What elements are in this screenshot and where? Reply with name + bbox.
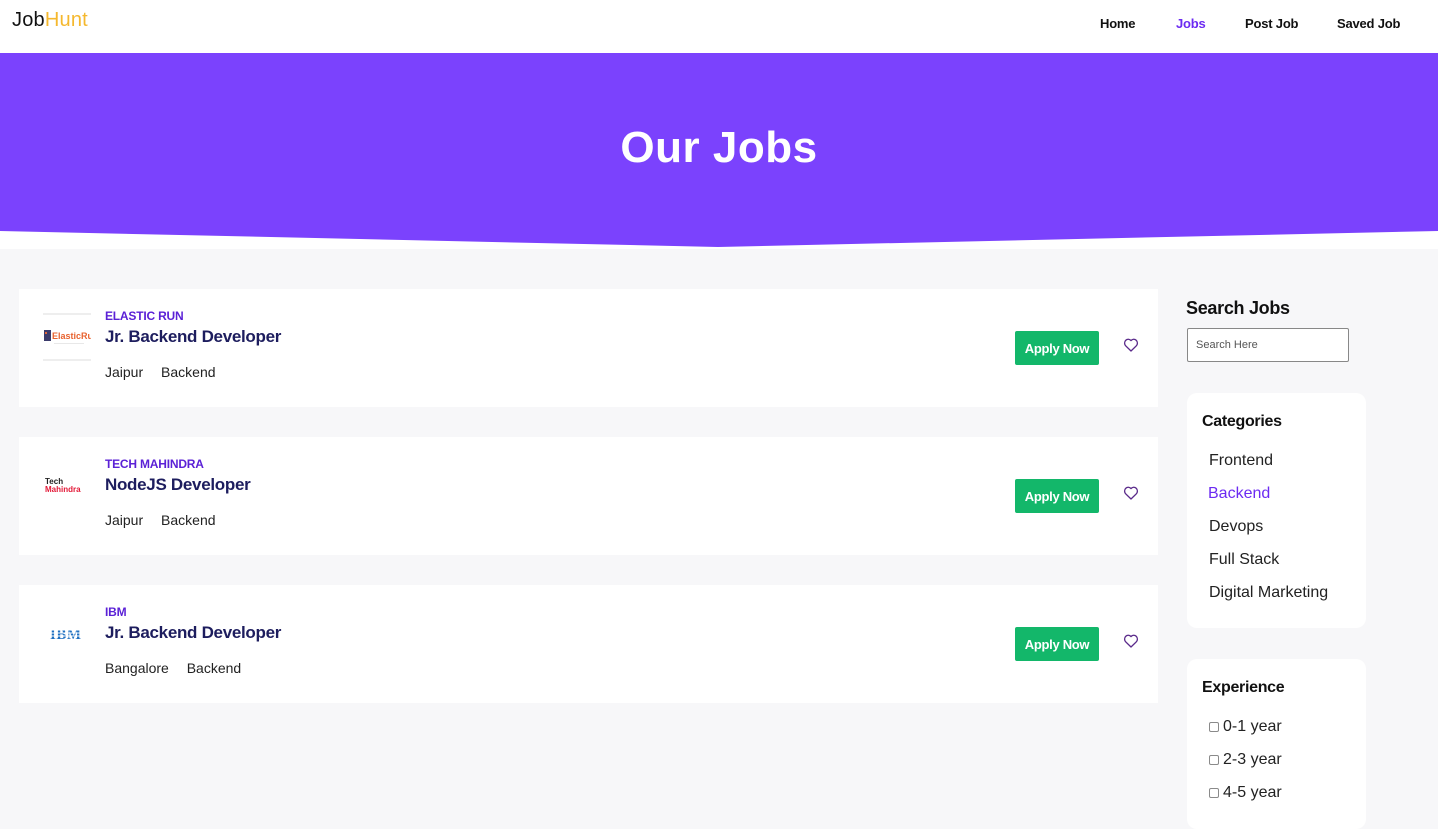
page-title: Our Jobs bbox=[620, 123, 818, 172]
heart-icon[interactable] bbox=[1123, 337, 1139, 353]
search-input[interactable] bbox=[1187, 328, 1349, 362]
company-logo-elastic-run: ElasticRun —————————— bbox=[43, 313, 91, 361]
ibm-logo-icon: IBM bbox=[49, 627, 85, 643]
job-category: Backend bbox=[161, 364, 216, 380]
hero-banner: Our Jobs bbox=[0, 53, 1438, 269]
logo-hunt-text: Hunt bbox=[44, 9, 88, 31]
nav-saved-job-link[interactable]: Saved Job bbox=[1337, 16, 1400, 31]
search-jobs-title: Search Jobs bbox=[1186, 298, 1290, 318]
experience-label: 0-1 year bbox=[1223, 718, 1282, 735]
category-item-backend[interactable]: Backend bbox=[1208, 485, 1270, 503]
job-card[interactable]: ElasticRun —————————— ELASTIC RUN Jr. Ba… bbox=[19, 289, 1158, 407]
categories-panel: Categories Frontend Backend Devops Full … bbox=[1187, 393, 1366, 628]
experience-title: Experience bbox=[1202, 679, 1285, 696]
brand-logo[interactable]: JobHunt bbox=[12, 9, 88, 32]
experience-checkbox[interactable] bbox=[1209, 722, 1219, 732]
navbar: JobHunt Home Jobs Post Job Saved Job bbox=[0, 0, 1438, 53]
experience-option[interactable]: 0-1 year bbox=[1209, 718, 1282, 736]
company-name: TECH MAHINDRA bbox=[105, 457, 204, 471]
job-meta: Bangalore Backend bbox=[105, 660, 255, 676]
job-title[interactable]: Jr. Backend Developer bbox=[105, 623, 281, 643]
experience-option[interactable]: 4-5 year bbox=[1209, 784, 1282, 802]
experience-panel: Experience 0-1 year 2-3 year 4-5 year bbox=[1187, 659, 1366, 829]
job-category: Backend bbox=[161, 512, 216, 528]
company-name: ELASTIC RUN bbox=[105, 309, 184, 323]
apply-now-button[interactable]: Apply Now bbox=[1015, 627, 1099, 661]
company-logo-ibm: IBM bbox=[43, 609, 91, 657]
svg-text:——————————: —————————— bbox=[54, 341, 84, 345]
elastic-run-logo-icon: ElasticRun —————————— bbox=[43, 313, 91, 361]
category-item-full-stack[interactable]: Full Stack bbox=[1209, 551, 1279, 569]
job-card[interactable]: IBM IBM Jr. Backend Developer Bangalore … bbox=[19, 585, 1158, 703]
job-category: Backend bbox=[186, 660, 242, 676]
experience-label: 4-5 year bbox=[1223, 784, 1282, 801]
job-meta: Jaipur Backend bbox=[105, 364, 230, 380]
job-location: Jaipur bbox=[105, 364, 144, 380]
elastic-run-logo-text: ElasticRun bbox=[52, 331, 91, 341]
apply-now-button[interactable]: Apply Now bbox=[1015, 479, 1099, 513]
tech-mahindra-logo-icon: Tech Mahindra bbox=[45, 477, 81, 494]
tech-mahindra-logo-text-2: Mahindra bbox=[45, 485, 81, 494]
apply-now-button[interactable]: Apply Now bbox=[1015, 331, 1099, 365]
experience-label: 2-3 year bbox=[1223, 751, 1282, 768]
nav-home-link[interactable]: Home bbox=[1100, 16, 1136, 31]
hero-bottom-fill bbox=[0, 249, 1438, 269]
job-title[interactable]: NodeJS Developer bbox=[105, 475, 251, 495]
experience-option[interactable]: 2-3 year bbox=[1209, 751, 1282, 769]
categories-title: Categories bbox=[1202, 413, 1282, 430]
heart-icon[interactable] bbox=[1123, 485, 1139, 501]
category-item-devops[interactable]: Devops bbox=[1209, 518, 1263, 536]
ibm-logo-text: IBM bbox=[50, 627, 82, 643]
heart-icon[interactable] bbox=[1123, 633, 1139, 649]
logo-job-text: Job bbox=[12, 9, 45, 31]
job-card[interactable]: Tech Mahindra TECH MAHINDRA NodeJS Devel… bbox=[19, 437, 1158, 555]
job-title[interactable]: Jr. Backend Developer bbox=[105, 327, 281, 347]
experience-checkbox[interactable] bbox=[1209, 755, 1219, 765]
nav-jobs-link[interactable]: Jobs bbox=[1176, 16, 1206, 31]
company-name: IBM bbox=[105, 605, 127, 619]
category-item-digital-marketing[interactable]: Digital Marketing bbox=[1209, 584, 1328, 602]
experience-checkbox[interactable] bbox=[1209, 788, 1219, 798]
category-item-frontend[interactable]: Frontend bbox=[1209, 452, 1273, 470]
job-location: Bangalore bbox=[105, 660, 169, 676]
nav-post-job-link[interactable]: Post Job bbox=[1245, 16, 1298, 31]
company-logo-tech-mahindra: Tech Mahindra bbox=[43, 461, 91, 509]
job-location: Jaipur bbox=[105, 512, 144, 528]
job-meta: Jaipur Backend bbox=[105, 512, 230, 528]
